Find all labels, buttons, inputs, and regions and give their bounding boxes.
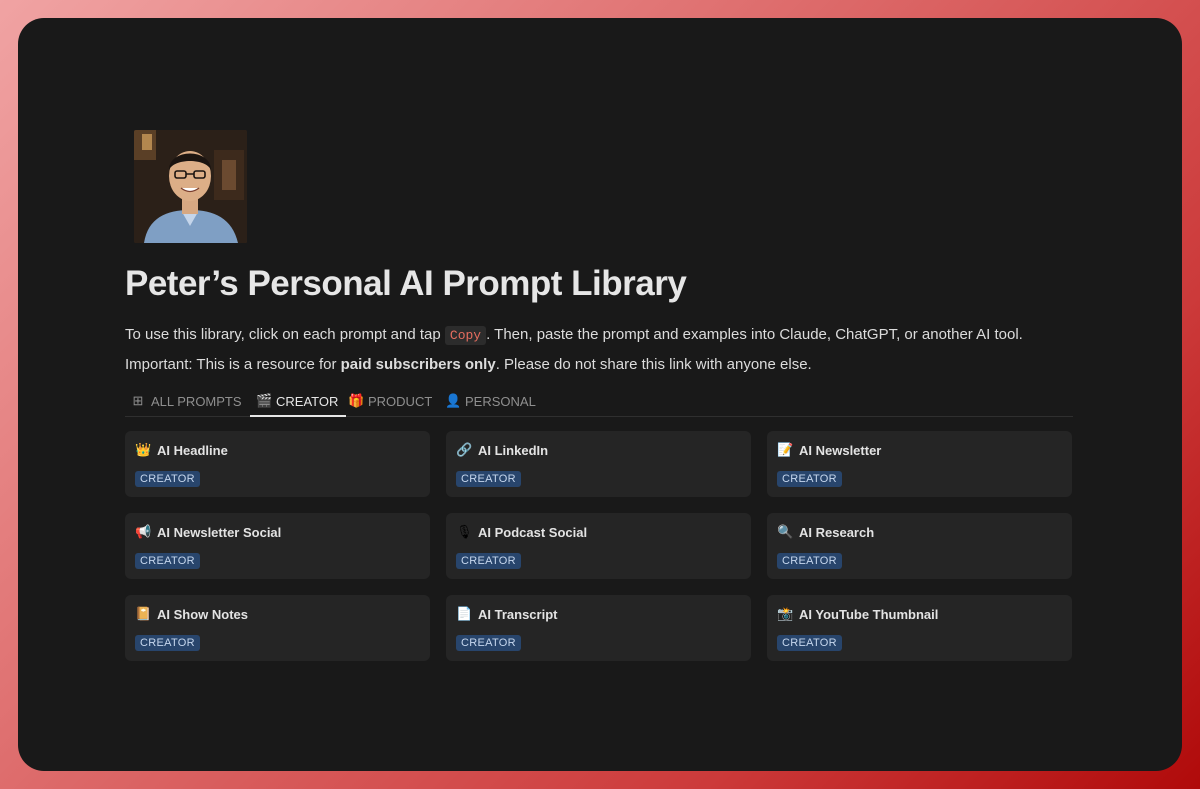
page-title: Peter’s Personal AI Prompt Library bbox=[125, 264, 687, 303]
crown-icon: 👑 bbox=[135, 442, 152, 457]
card-title: AI Research bbox=[799, 524, 875, 540]
card-title: AI Newsletter Social bbox=[157, 524, 282, 540]
tab-product[interactable]: 🎁 PRODUCT bbox=[348, 386, 432, 416]
tab-label: PERSONAL bbox=[465, 393, 536, 409]
tab-all-prompts[interactable]: ⊞ ALL PROMPTS bbox=[131, 386, 242, 416]
tab-personal[interactable]: 👤 PERSONAL bbox=[445, 386, 536, 416]
notebook-icon: 📔 bbox=[135, 606, 152, 621]
megaphone-icon: 📢 bbox=[135, 524, 152, 539]
card-title: AI Show Notes bbox=[157, 606, 249, 622]
category-badge: CREATOR bbox=[135, 553, 200, 569]
category-badge: CREATOR bbox=[777, 553, 842, 569]
intro-text-after: . Then, paste the prompt and examples in… bbox=[486, 326, 1023, 343]
microphone-icon: 🎙 bbox=[456, 524, 473, 539]
prompt-card-ai-newsletter[interactable]: 📝 AI Newsletter CREATOR bbox=[767, 431, 1072, 497]
card-title: AI Podcast Social bbox=[478, 524, 588, 540]
category-badge: CREATOR bbox=[456, 471, 521, 487]
notice-text-bold: paid subscribers only bbox=[340, 356, 496, 373]
prompt-card-ai-headline[interactable]: 👑 AI Headline CREATOR bbox=[125, 431, 430, 497]
category-badge: CREATOR bbox=[777, 635, 842, 651]
grid-icon: ⊞ bbox=[132, 393, 144, 408]
tab-label: ALL PROMPTS bbox=[151, 393, 242, 409]
camera-icon: 📸 bbox=[777, 606, 794, 621]
card-title: AI YouTube Thumbnail bbox=[799, 606, 939, 622]
category-badge: CREATOR bbox=[456, 553, 521, 569]
card-title: AI LinkedIn bbox=[478, 442, 549, 458]
category-badge: CREATOR bbox=[456, 635, 521, 651]
document-icon: 📄 bbox=[456, 606, 473, 621]
card-title: AI Transcript bbox=[478, 606, 558, 622]
category-badge: CREATOR bbox=[135, 471, 200, 487]
prompt-card-ai-youtube-thumbnail[interactable]: 📸 AI YouTube Thumbnail CREATOR bbox=[767, 595, 1072, 661]
tab-label: PRODUCT bbox=[368, 393, 433, 409]
clapper-icon: 🎬 bbox=[256, 393, 273, 408]
notice-text: Important: This is a resource for paid s… bbox=[125, 356, 812, 373]
copy-code-chip: Copy bbox=[444, 326, 487, 345]
person-icon: 👤 bbox=[445, 393, 462, 408]
card-title: AI Headline bbox=[157, 442, 228, 458]
prompt-card-ai-podcast-social[interactable]: 🎙 AI Podcast Social CREATOR bbox=[446, 513, 751, 579]
prompt-card-ai-newsletter-social[interactable]: 📢 AI Newsletter Social CREATOR bbox=[125, 513, 430, 579]
notice-text-before: Important: This is a resource for bbox=[125, 356, 341, 373]
card-title: AI Newsletter bbox=[799, 442, 882, 458]
gift-icon: 🎁 bbox=[348, 393, 365, 408]
prompt-card-ai-show-notes[interactable]: 📔 AI Show Notes CREATOR bbox=[125, 595, 430, 661]
category-badge: CREATOR bbox=[777, 471, 842, 487]
notion-window: Peter’s Personal AI Prompt Library To us… bbox=[18, 18, 1182, 771]
tab-label: CREATOR bbox=[276, 393, 339, 409]
view-tabs: ⊞ ALL PROMPTS 🎬 CREATOR 🎁 PRODUCT 👤 PERS… bbox=[125, 386, 1073, 417]
prompt-card-ai-transcript[interactable]: 📄 AI Transcript CREATOR bbox=[446, 595, 751, 661]
magnifier-icon: 🔍 bbox=[777, 524, 794, 539]
notice-text-after: . Please do not share this link with any… bbox=[495, 356, 812, 373]
category-badge: CREATOR bbox=[135, 635, 200, 651]
memo-icon: 📝 bbox=[777, 442, 794, 457]
prompt-card-ai-linkedin[interactable]: 🔗 AI LinkedIn CREATOR bbox=[446, 431, 751, 497]
link-icon: 🔗 bbox=[456, 442, 473, 457]
avatar bbox=[134, 130, 247, 243]
prompt-card-ai-research[interactable]: 🔍 AI Research CREATOR bbox=[767, 513, 1072, 579]
intro-text-before: To use this library, click on each promp… bbox=[125, 326, 441, 343]
tab-creator[interactable]: 🎬 CREATOR bbox=[249, 386, 347, 417]
intro-text: To use this library, click on each promp… bbox=[125, 326, 1023, 345]
